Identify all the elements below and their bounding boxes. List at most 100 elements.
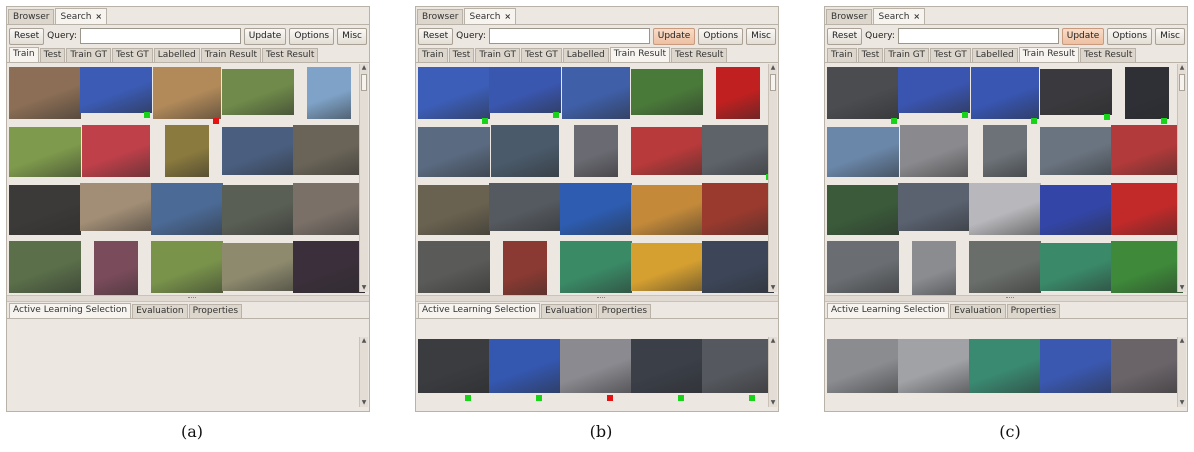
grid-cell[interactable] (560, 241, 632, 300)
selection-cell[interactable] (702, 339, 774, 402)
query-input[interactable] (79, 28, 241, 44)
image-thumbnail[interactable] (827, 127, 899, 177)
grid-cell[interactable] (222, 241, 294, 300)
tab-evaluation[interactable]: Evaluation (132, 304, 188, 318)
selection-cell[interactable] (489, 339, 561, 402)
grid-cell[interactable] (827, 67, 899, 126)
image-thumbnail[interactable] (293, 183, 365, 235)
image-thumbnail[interactable] (151, 183, 223, 235)
grid-scrollbar[interactable]: ▲ ▼ (1177, 64, 1186, 292)
tab-test-gt[interactable]: Test GT (520, 48, 562, 62)
image-thumbnail[interactable] (631, 185, 703, 235)
image-thumbnail[interactable] (82, 125, 150, 177)
grid-cell[interactable] (969, 241, 1041, 300)
tab-test-gt[interactable]: Test GT (929, 48, 971, 62)
selection-cell[interactable] (1040, 339, 1112, 402)
tab-labelled[interactable]: Labelled (153, 48, 200, 62)
window-tab-browser[interactable]: Browser (417, 9, 464, 24)
scroll-up-icon[interactable]: ▲ (769, 337, 777, 345)
tab-labelled[interactable]: Labelled (562, 48, 609, 62)
image-thumbnail[interactable] (631, 127, 703, 175)
selection-cell[interactable] (560, 339, 632, 402)
tab-test-gt[interactable]: Test GT (111, 48, 153, 62)
tab-train[interactable]: Train (827, 48, 857, 62)
tab-train[interactable]: Train (418, 48, 448, 62)
image-thumbnail[interactable] (489, 183, 561, 231)
scrollbar-thumb[interactable] (770, 74, 776, 91)
grid-cell[interactable] (80, 183, 152, 242)
grid-cell[interactable] (702, 67, 774, 126)
scroll-down-icon[interactable]: ▼ (360, 284, 368, 292)
image-thumbnail[interactable] (222, 127, 294, 175)
image-thumbnail[interactable] (1111, 183, 1183, 235)
image-thumbnail[interactable] (702, 183, 774, 235)
selection-scrollbar[interactable]: ▲ ▼ (359, 337, 368, 407)
tab-test-result[interactable]: Test Result (262, 48, 319, 62)
grid-cell[interactable] (222, 67, 294, 126)
image-thumbnail[interactable] (560, 339, 632, 393)
tab-active-learning-selection[interactable]: Active Learning Selection (418, 303, 541, 318)
image-thumbnail[interactable] (1111, 241, 1183, 293)
grid-cell[interactable] (969, 67, 1041, 126)
close-icon[interactable]: × (95, 10, 102, 24)
image-thumbnail[interactable] (1040, 243, 1112, 291)
image-thumbnail[interactable] (293, 125, 365, 175)
tab-test[interactable]: Test (857, 48, 884, 62)
grid-cell[interactable] (293, 67, 365, 126)
grid-cell[interactable] (969, 125, 1041, 184)
tab-test-result[interactable]: Test Result (1080, 48, 1137, 62)
query-input[interactable] (897, 28, 1059, 44)
image-thumbnail[interactable] (165, 125, 209, 177)
selection-cell[interactable] (1111, 339, 1183, 402)
tab-properties[interactable]: Properties (1006, 304, 1061, 318)
grid-cell[interactable] (631, 67, 703, 126)
image-thumbnail[interactable] (80, 183, 152, 231)
grid-cell[interactable] (969, 183, 1041, 242)
image-thumbnail[interactable] (827, 339, 899, 393)
image-thumbnail[interactable] (912, 241, 956, 299)
grid-cell[interactable] (80, 241, 152, 300)
image-thumbnail[interactable] (716, 67, 760, 119)
scroll-down-icon[interactable]: ▼ (360, 399, 368, 407)
grid-cell[interactable] (489, 241, 561, 300)
grid-cell[interactable] (418, 241, 490, 300)
grid-cell[interactable] (827, 183, 899, 242)
image-thumbnail[interactable] (1040, 69, 1112, 115)
selection-cell[interactable] (631, 339, 703, 402)
tab-train-result[interactable]: Train Result (609, 47, 670, 62)
panel-splitter[interactable] (7, 295, 369, 302)
tab-train-gt[interactable]: Train GT (884, 48, 929, 62)
tab-active-learning-selection[interactable]: Active Learning Selection (9, 303, 132, 318)
grid-cell[interactable] (489, 67, 561, 126)
misc-button[interactable]: Misc (746, 27, 776, 45)
grid-cell[interactable] (1111, 241, 1183, 300)
reset-button[interactable]: Reset (9, 27, 45, 45)
window-tab-search[interactable]: Search × (873, 8, 926, 24)
scroll-up-icon[interactable]: ▲ (360, 64, 368, 72)
grid-cell[interactable] (9, 125, 81, 184)
grid-scrollbar[interactable]: ▲ ▼ (359, 64, 368, 292)
grid-cell[interactable] (560, 67, 632, 126)
window-tab-browser[interactable]: Browser (826, 9, 873, 24)
image-thumbnail[interactable] (1040, 127, 1112, 175)
reset-button[interactable]: Reset (418, 27, 454, 45)
grid-scrollbar[interactable]: ▲ ▼ (768, 64, 777, 292)
selection-cell[interactable] (418, 339, 490, 402)
grid-cell[interactable] (1111, 125, 1183, 184)
window-tab-browser[interactable]: Browser (8, 9, 55, 24)
grid-cell[interactable] (489, 125, 561, 184)
grid-cell[interactable] (898, 67, 970, 126)
grid-cell[interactable] (1040, 241, 1112, 300)
tab-train-result[interactable]: Train Result (200, 48, 261, 62)
image-thumbnail[interactable] (1040, 339, 1112, 393)
image-thumbnail[interactable] (827, 67, 899, 119)
options-button[interactable]: Options (289, 27, 335, 45)
options-button[interactable]: Options (698, 27, 744, 45)
scroll-down-icon[interactable]: ▼ (1178, 399, 1186, 407)
scroll-up-icon[interactable]: ▲ (1178, 337, 1186, 345)
grid-cell[interactable] (898, 125, 970, 184)
image-thumbnail[interactable] (222, 243, 294, 291)
update-button[interactable]: Update (652, 27, 696, 45)
image-thumbnail[interactable] (94, 241, 138, 299)
image-thumbnail[interactable] (489, 339, 561, 393)
